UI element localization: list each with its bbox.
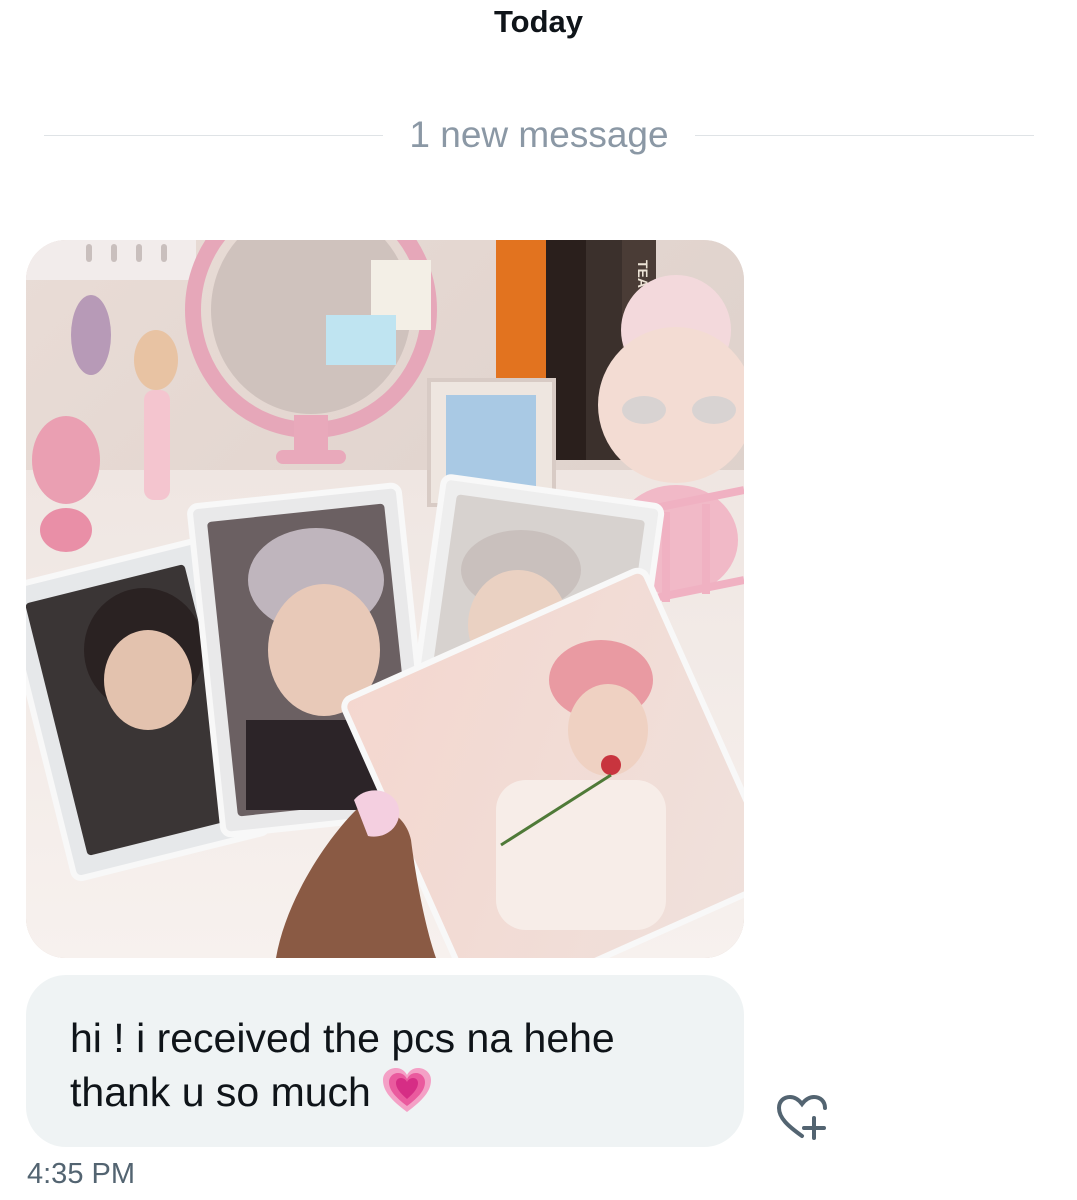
- add-reaction-button[interactable]: [774, 1092, 830, 1142]
- message-line-2-text: thank u so much: [70, 1069, 371, 1115]
- message-bubble[interactable]: hi ! i received the pcs na hehe thank u …: [26, 975, 744, 1147]
- photocards-photo: TEACH: [26, 240, 744, 958]
- date-header: Today: [494, 4, 583, 39]
- new-message-label: 1 new message: [409, 114, 669, 155]
- growing-heart-emoji: [381, 1066, 433, 1127]
- photo-attachment[interactable]: TEACH: [26, 240, 744, 958]
- message-line-2: thank u so much: [70, 1065, 700, 1127]
- message-timestamp: 4:35 PM: [27, 1158, 135, 1190]
- divider-line-left: [44, 134, 384, 136]
- message-line-1: hi ! i received the pcs na hehe: [70, 1015, 615, 1061]
- heart-plus-icon: [776, 1094, 827, 1140]
- new-message-divider: 1 new message: [44, 110, 1034, 160]
- divider-line-right: [694, 134, 1034, 136]
